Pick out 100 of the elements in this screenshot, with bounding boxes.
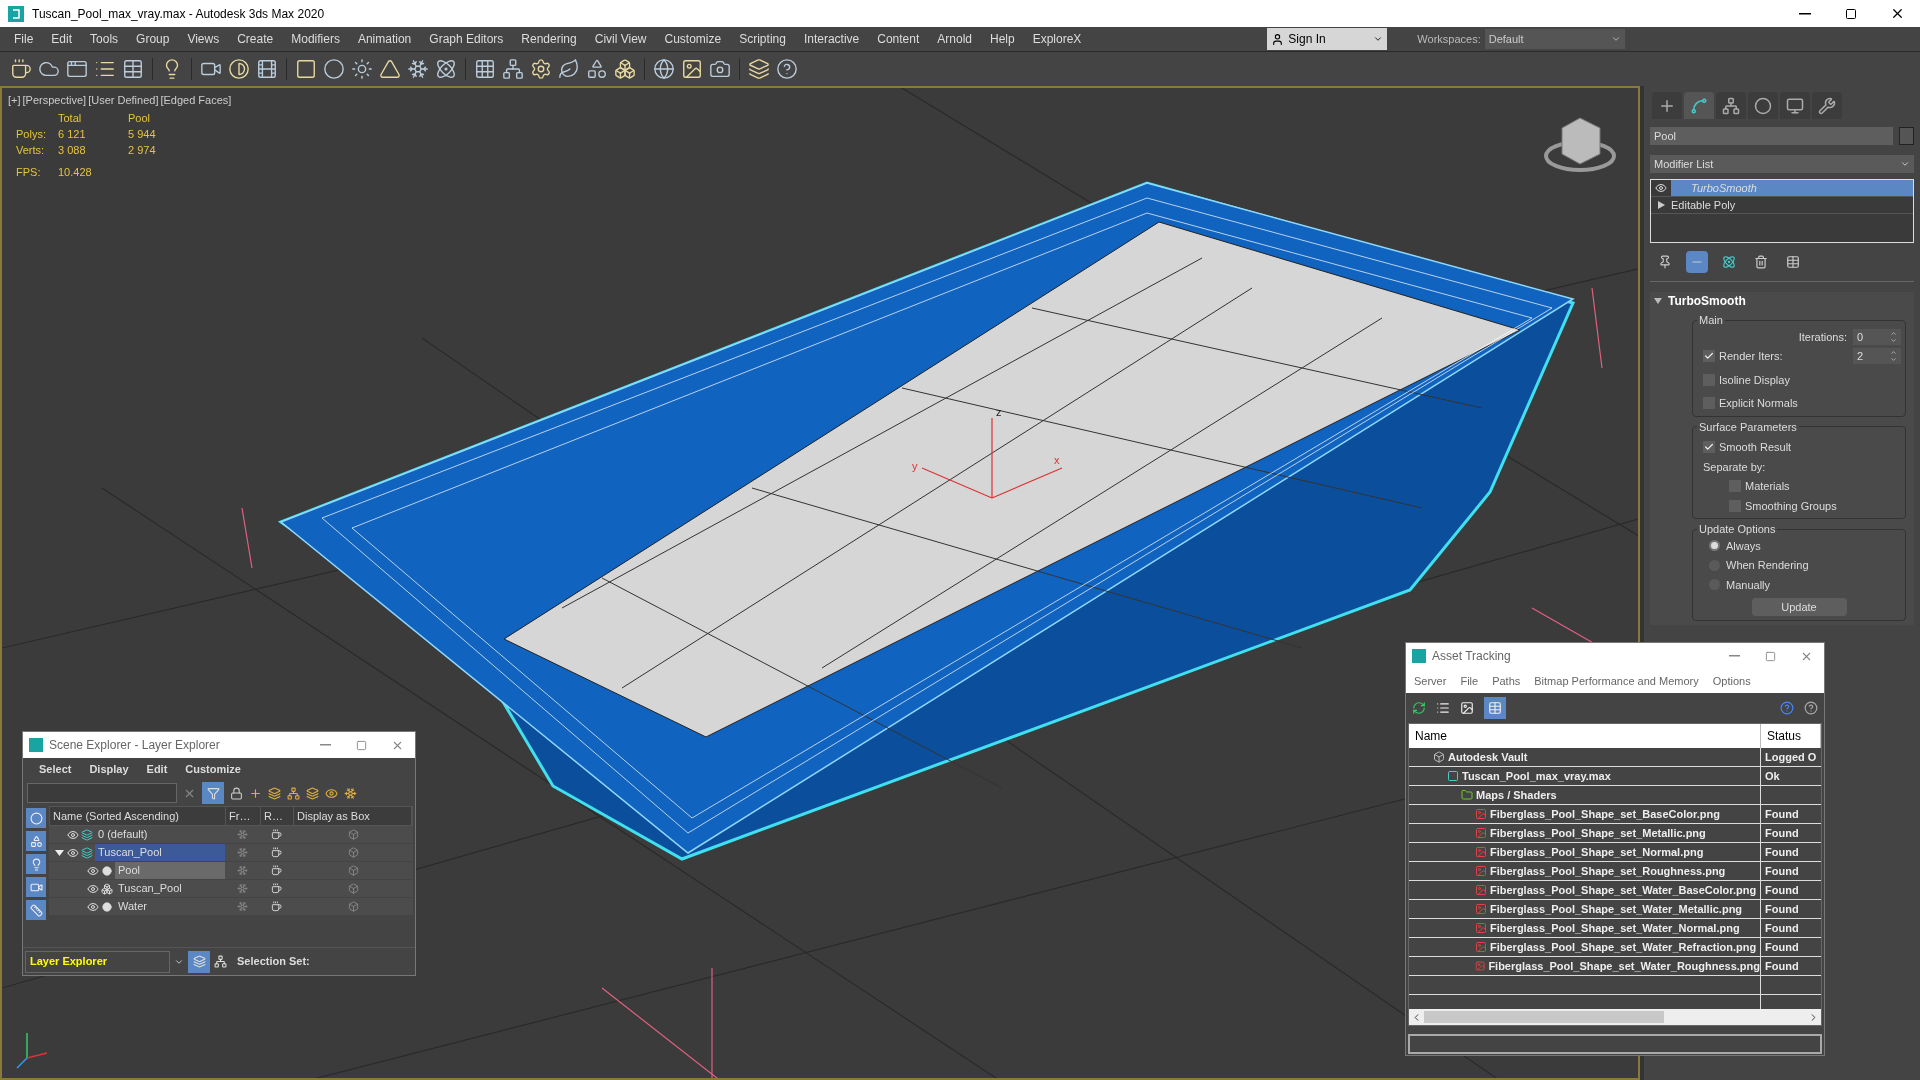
- column-header[interactable]: Status: [1761, 724, 1821, 748]
- eye-icon[interactable]: [87, 864, 99, 877]
- stack-icon[interactable]: [306, 786, 319, 800]
- gear-icon[interactable]: [530, 58, 552, 80]
- cup-icon[interactable]: [271, 883, 282, 894]
- asset-name[interactable]: Autodesk Vault: [1448, 748, 1528, 766]
- panel-tab[interactable]: [1780, 92, 1810, 119]
- help-icon[interactable]: [1780, 701, 1794, 715]
- image-icon[interactable]: [681, 58, 703, 80]
- menu-item[interactable]: Rendering: [513, 30, 585, 48]
- plus-icon[interactable]: [249, 786, 262, 800]
- lock-icon[interactable]: [230, 786, 243, 800]
- cup-icon[interactable]: [10, 58, 32, 80]
- help-icon[interactable]: [1804, 701, 1818, 715]
- workspaces-dropdown[interactable]: Default: [1484, 29, 1625, 49]
- eye-icon[interactable]: [67, 846, 79, 859]
- menu-item[interactable]: Customize: [656, 30, 730, 48]
- spinner-field[interactable]: 0: [1853, 328, 1901, 345]
- table-icon[interactable]: [122, 58, 144, 80]
- hierarchy-icon[interactable]: [214, 955, 227, 968]
- asset-name[interactable]: Fiberglass_Pool_Shape_set_Water_Refraction.png: [1490, 938, 1757, 956]
- list-icon[interactable]: [1436, 701, 1450, 715]
- menu-item[interactable]: Views: [179, 30, 228, 48]
- asset-name[interactable]: Fiberglass_Pool_Shape_set_Water_Normal.png: [1490, 919, 1740, 937]
- network-icon[interactable]: [502, 58, 524, 80]
- scroll-right-icon[interactable]: [1808, 1011, 1819, 1023]
- category-filter-button[interactable]: [26, 877, 46, 897]
- shapes-icon[interactable]: [586, 58, 608, 80]
- asset-name[interactable]: Fiberglass_Pool_Shape_set_Water_Metallic.png: [1490, 900, 1743, 918]
- cup-icon[interactable]: [271, 847, 282, 858]
- panel-tab[interactable]: [1812, 92, 1842, 119]
- cup-icon[interactable]: [271, 829, 282, 840]
- sun-icon[interactable]: [351, 58, 373, 80]
- rollout-title[interactable]: TurboSmooth: [1668, 292, 1746, 310]
- menu-item[interactable]: File: [1460, 672, 1479, 690]
- panel-tab[interactable]: [1652, 92, 1682, 119]
- menu-item[interactable]: Bitmap Performance and Memory: [1534, 672, 1699, 690]
- layers-icon[interactable]: [748, 58, 770, 80]
- asset-name[interactable]: Fiberglass_Pool_Shape_set_Metallic.png: [1490, 824, 1706, 842]
- menu-item[interactable]: Modifiers: [283, 30, 348, 48]
- menu-item[interactable]: Arnold: [929, 30, 980, 48]
- expand-arrow-icon[interactable]: [1657, 201, 1665, 209]
- circle-icon[interactable]: [323, 58, 345, 80]
- viewport-label[interactable]: [+]: [8, 92, 21, 109]
- menu-item[interactable]: Select: [39, 760, 72, 778]
- eye-icon[interactable]: [67, 828, 79, 841]
- menu-item[interactable]: Graph Editors: [421, 30, 512, 48]
- image-icon[interactable]: [1460, 701, 1474, 715]
- sign-in-dropdown[interactable]: Sign In: [1267, 28, 1388, 50]
- panel-tab[interactable]: [1716, 92, 1746, 119]
- table-view-button[interactable]: [1484, 697, 1506, 719]
- eye-icon[interactable]: [1655, 182, 1667, 194]
- cup-icon[interactable]: [271, 901, 282, 912]
- scrollbar-thumb[interactable]: [1424, 1011, 1664, 1023]
- panel-tab[interactable]: [1684, 92, 1714, 119]
- layers-icon[interactable]: [268, 786, 281, 800]
- tree-item[interactable]: Tuscan_Pool: [95, 844, 225, 861]
- panel-tab[interactable]: [1748, 92, 1778, 119]
- menu-item[interactable]: Animation: [349, 30, 420, 48]
- column-header[interactable]: R…: [261, 807, 294, 825]
- snowflake-icon[interactable]: [407, 58, 429, 80]
- cup-icon[interactable]: [271, 865, 282, 876]
- spinner-field[interactable]: 2: [1853, 348, 1901, 365]
- category-filter-button[interactable]: [26, 808, 46, 828]
- category-filter-button[interactable]: [26, 831, 46, 851]
- collapse-arrow-icon[interactable]: [1654, 298, 1662, 304]
- viewport-label[interactable]: [Perspective]: [22, 92, 87, 109]
- menu-item[interactable]: Edit: [146, 760, 168, 778]
- eye-icon[interactable]: [87, 882, 99, 895]
- menu-item[interactable]: Scripting: [731, 30, 794, 48]
- asset-name[interactable]: Fiberglass_Pool_Shape_set_Water_Roughness.png: [1488, 957, 1760, 975]
- menu-item[interactable]: Customize: [185, 760, 241, 778]
- search-field[interactable]: [27, 783, 177, 803]
- modifier-item[interactable]: Editable Poly: [1671, 197, 1913, 213]
- asset-name[interactable]: Maps / Shaders: [1476, 786, 1557, 804]
- asset-name[interactable]: Fiberglass_Pool_Shape_set_BaseColor.png: [1490, 805, 1720, 823]
- contrast-icon[interactable]: [228, 58, 250, 80]
- help-icon[interactable]: [776, 58, 798, 80]
- hierarchy-icon[interactable]: [287, 786, 300, 800]
- menu-item[interactable]: Create: [229, 30, 282, 48]
- viewport-label[interactable]: [Edged Faces]: [160, 92, 232, 109]
- square-icon[interactable]: [295, 58, 317, 80]
- menu-item[interactable]: Civil View: [586, 30, 655, 48]
- boxes-icon[interactable]: [614, 58, 636, 80]
- menu-item[interactable]: Interactive: [795, 30, 868, 48]
- expand-arrow-icon[interactable]: [55, 848, 64, 857]
- column-header[interactable]: Name (Sorted Ascending): [50, 807, 226, 825]
- asset-name[interactable]: Fiberglass_Pool_Shape_set_Water_BaseColor.png: [1490, 881, 1757, 899]
- checkbox[interactable]: [1703, 441, 1715, 454]
- camera-icon[interactable]: [709, 58, 731, 80]
- eye-icon[interactable]: [87, 900, 99, 913]
- grid-icon[interactable]: [474, 58, 496, 80]
- tree-item[interactable]: Pool: [115, 862, 225, 879]
- menu-item[interactable]: ExploreX: [1024, 30, 1090, 48]
- asset-name[interactable]: Fiberglass_Pool_Shape_set_Roughness.png: [1490, 862, 1726, 880]
- viewport-label[interactable]: [User Defined]: [88, 92, 159, 109]
- column-header[interactable]: Name: [1409, 724, 1761, 748]
- menu-item[interactable]: Server: [1414, 672, 1447, 690]
- explorer-type-dropdown[interactable]: Layer Explorer: [25, 950, 170, 973]
- menu-item[interactable]: Content: [869, 30, 928, 48]
